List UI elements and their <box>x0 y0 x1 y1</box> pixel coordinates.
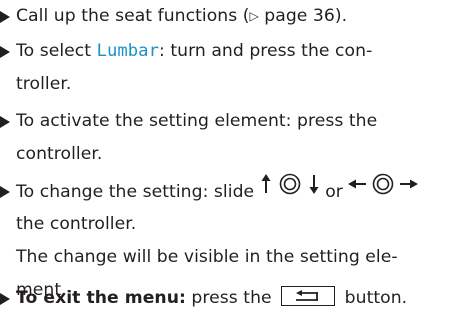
step-text-pre: Call up the seat functions ( <box>16 6 250 26</box>
controller-slide-up-down-icon <box>260 173 320 207</box>
step-line-3: The change will be visible in the settin… <box>16 247 398 267</box>
step-line-2: controller. <box>16 144 103 164</box>
step-line-2: the controller. <box>16 214 137 234</box>
step-text: Call up the seat functions (▷ page 36). <box>16 0 347 34</box>
step-line-1: To activate the setting element: press t… <box>16 111 378 131</box>
step-text-post: : turn and press the con- <box>158 41 373 61</box>
back-button-icon <box>281 286 336 306</box>
page-reference-triangle-icon: ▷ <box>249 9 259 23</box>
triangle-bullet-icon <box>0 293 10 305</box>
triangle-bullet-icon <box>0 186 10 198</box>
step-line-1: To exit the menu: press the button. <box>16 282 407 315</box>
controller-slide-left-right-icon <box>348 173 419 207</box>
step-bold-lead: To exit the menu: <box>16 288 186 308</box>
lumbar-menu-item-label: Lumbar <box>96 41 159 61</box>
triangle-bullet-icon <box>0 11 10 23</box>
step-text-mid: or <box>319 182 349 202</box>
step-text-post: page 36). <box>258 6 348 26</box>
step-text-pre: press the <box>185 288 278 308</box>
step-line-1: To select Lumbar: turn and press the con… <box>16 35 372 68</box>
step-text-pre: To change the setting: slide <box>16 182 260 202</box>
step-line-1: To change the setting: slide or <box>16 173 419 209</box>
step-line-2: troller. <box>16 74 72 94</box>
triangle-bullet-icon <box>0 116 10 128</box>
step-text-pre: To select <box>16 41 97 61</box>
instruction-page: Call up the seat functions (▷ page 36). … <box>0 0 462 317</box>
triangle-bullet-icon <box>0 46 10 58</box>
step-text-post: button. <box>339 288 408 308</box>
